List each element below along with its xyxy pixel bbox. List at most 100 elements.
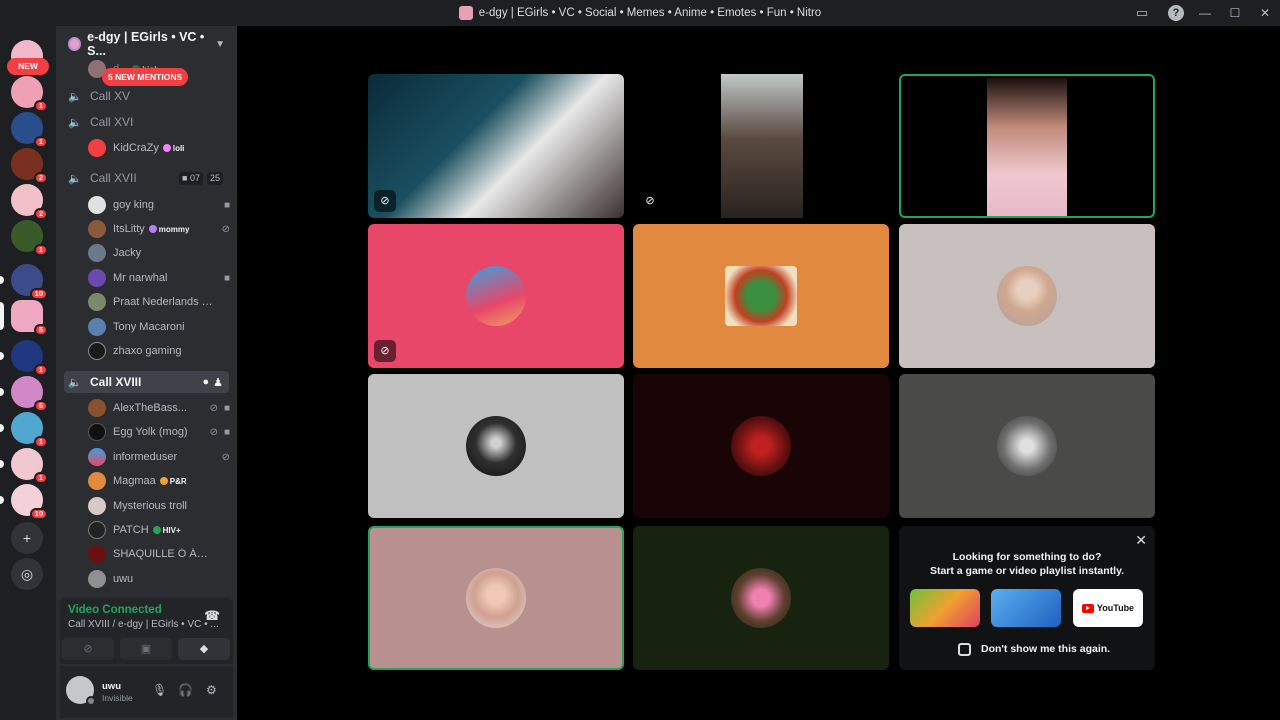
avatar: [88, 521, 106, 539]
user-status: Invisible: [102, 693, 133, 703]
server-avatar[interactable]: 10: [0, 264, 48, 300]
user-tile[interactable]: ⊘: [368, 224, 624, 368]
channel-sidebar: e-dgy | EGirls • VC • S... ▼ d... high 5…: [56, 26, 237, 720]
voice-location[interactable]: Call XVIII / e-dgy | EGirls • VC • ...: [68, 619, 218, 630]
voice-channel-call-xv[interactable]: 🔈 Call XV: [64, 85, 229, 107]
video-icon: ■: [223, 426, 230, 438]
close-icon[interactable]: ✕: [1135, 532, 1147, 549]
voice-user[interactable]: KidCraZy loli: [88, 137, 230, 159]
mic-muted-icon: ⊘: [374, 340, 396, 362]
user-tile[interactable]: [633, 526, 889, 670]
server-avatar[interactable]: 1: [11, 112, 48, 148]
voice-user[interactable]: Mysterious troll: [88, 495, 230, 517]
video-tile[interactable]: ⊘: [633, 74, 889, 218]
status-indicator: [86, 696, 96, 706]
speaker-icon: 🔈: [68, 116, 82, 129]
dont-show-label[interactable]: Don't show me this again.: [981, 643, 1110, 655]
voice-channel-call-xvi[interactable]: 🔈 Call XVI: [64, 111, 229, 133]
explore-icon[interactable]: ◎: [11, 558, 43, 590]
dont-show-checkbox[interactable]: [958, 643, 971, 656]
voice-user[interactable]: AlexTheBass... ⊘ ■: [88, 397, 230, 419]
voice-user[interactable]: Jacky: [88, 242, 230, 264]
add-server-icon[interactable]: +: [11, 522, 43, 554]
voice-user[interactable]: uwu: [88, 568, 230, 590]
maximize-button[interactable]: ☐: [1220, 6, 1250, 20]
video-icon: ■: [223, 199, 230, 211]
invite-user-icon[interactable]: ♟: [213, 376, 223, 389]
server-rail: 1 NEW 1 1 2 2 1 10 5 1 6 1 1 10 + ◎: [0, 26, 56, 720]
camera-off-button[interactable]: ⊘: [62, 638, 114, 660]
user-tile-speaking[interactable]: [368, 526, 624, 670]
server-avatar[interactable]: 1: [0, 412, 48, 448]
avatar: [88, 423, 106, 441]
user-tile[interactable]: [899, 374, 1155, 518]
user-tile[interactable]: [633, 224, 889, 368]
promo-subtitle: Start a game or video playlist instantly…: [929, 565, 1125, 577]
video-stage: ⊘ ⊘ ⊘ ✕ Looking for something to do? Sta…: [237, 26, 1280, 720]
voice-user[interactable]: Egg Yolk (mog) ⊘ ■: [88, 421, 230, 443]
avatar: [88, 399, 106, 417]
guild-header[interactable]: e-dgy | EGirls • VC • S... ▼: [56, 26, 237, 62]
disconnect-icon[interactable]: ☎: [204, 608, 220, 624]
voice-status[interactable]: Video Connected: [68, 604, 162, 616]
avatar[interactable]: [66, 676, 96, 706]
video-tile[interactable]: ⊘: [368, 74, 624, 218]
server-avatar[interactable]: 6: [0, 376, 48, 412]
video-feed: [987, 78, 1067, 216]
voice-user[interactable]: Praat Nederlands m...: [88, 291, 230, 313]
help-icon[interactable]: ?: [1168, 5, 1184, 21]
server-avatar[interactable]: 2: [11, 184, 48, 220]
window-controls: — ☐ ✕: [1190, 0, 1280, 26]
voice-user[interactable]: Mr narwhal ■: [88, 267, 230, 289]
video-icon: ■: [223, 272, 230, 284]
microphone-icon[interactable]: 🎙: [152, 683, 167, 697]
mic-muted-icon: ⊘: [645, 195, 655, 207]
voice-user[interactable]: Tony Macaroni: [88, 316, 230, 338]
inbox-icon[interactable]: ▭: [1134, 5, 1150, 21]
user-tile[interactable]: [368, 374, 624, 518]
avatar: [88, 293, 106, 311]
video-count-badge: ■ 07: [179, 171, 203, 185]
activity-button[interactable]: ◆: [178, 638, 230, 660]
voice-user[interactable]: ItsLitty mommy ⊘: [88, 218, 230, 240]
activity-blackjack-app[interactable]: [991, 589, 1061, 627]
server-avatar[interactable]: 1: [0, 448, 48, 484]
voice-user[interactable]: zhaxo gaming: [88, 340, 230, 362]
avatar: [466, 416, 526, 476]
server-avatar[interactable]: 2: [11, 148, 48, 184]
avatar: [88, 244, 106, 262]
headphones-icon[interactable]: 🎧: [178, 683, 193, 697]
avatar: [731, 568, 791, 628]
voice-channel-call-xvii[interactable]: 🔈 Call XVII ■ 07 25: [64, 167, 229, 189]
new-pill[interactable]: NEW: [7, 58, 49, 75]
user-count-badge: 25: [206, 171, 223, 185]
minimize-button[interactable]: —: [1190, 6, 1220, 20]
server-avatar[interactable]: 1: [11, 76, 48, 112]
voice-user[interactable]: informeduser ⊘: [88, 446, 230, 468]
server-avatar[interactable]: 5: [0, 300, 48, 336]
activity-magic-app[interactable]: [910, 589, 980, 627]
server-avatar[interactable]: 1: [11, 220, 48, 256]
user-tile[interactable]: [633, 374, 889, 518]
video-tile-speaking[interactable]: [899, 74, 1155, 218]
voice-user[interactable]: Magmaa P&R: [88, 470, 230, 492]
avatar: [88, 570, 106, 588]
avatar: [88, 497, 106, 515]
voice-user[interactable]: PATCH HIV+: [88, 519, 230, 541]
server-avatar[interactable]: 1: [0, 340, 48, 376]
role-tag: HIV+: [152, 526, 181, 535]
close-window-button[interactable]: ✕: [1250, 6, 1280, 20]
user-tile[interactable]: [899, 224, 1155, 368]
voice-user[interactable]: SHAQUILLE Ó ÁNÁL: [88, 543, 230, 565]
server-icon: [458, 6, 473, 20]
role-tag: mommy: [148, 225, 189, 234]
server-avatar[interactable]: 10: [0, 484, 48, 520]
activity-youtube-app[interactable]: YouTube: [1073, 589, 1143, 627]
video-feed: [721, 74, 803, 218]
screen-share-button[interactable]: ▣: [120, 638, 172, 660]
chat-bubble-icon[interactable]: ●: [202, 376, 209, 388]
voice-user[interactable]: goy king ■: [88, 194, 230, 216]
new-mentions-pill[interactable]: 5 NEW MENTIONS: [102, 68, 189, 86]
gear-icon[interactable]: ⚙: [206, 683, 217, 697]
voice-channel-call-xviii[interactable]: 🔈 Call XVIII ● ♟: [64, 371, 229, 393]
